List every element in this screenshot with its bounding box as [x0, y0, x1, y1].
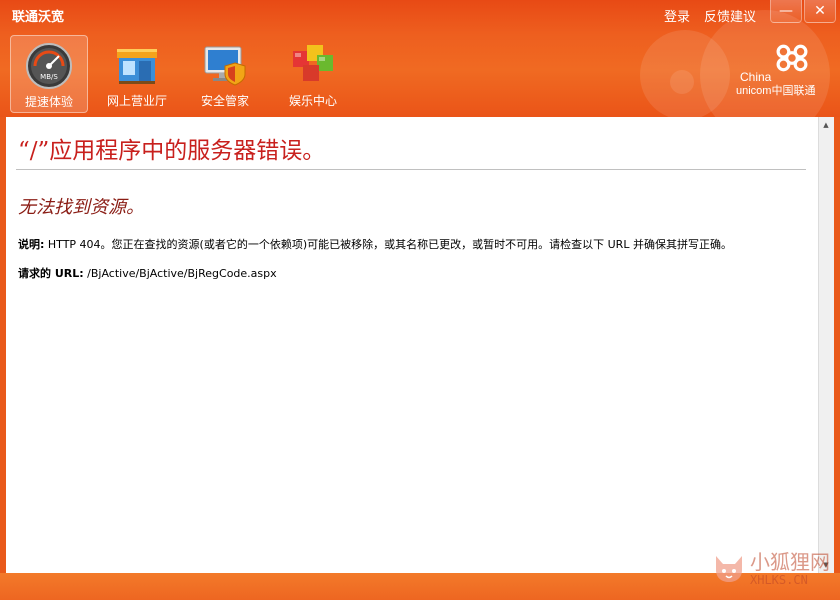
toolbar-item-label: 安全管家: [200, 94, 249, 108]
title-bar: 联通沃宽 登录 反馈建议 — ✕ MB/S 提速体验 网上营业厅 安全管家 娱乐…: [0, 0, 840, 117]
scroll-up-icon[interactable]: ▲: [820, 118, 832, 132]
site-watermark: 小狐狸网 XHLKS.CN: [712, 546, 830, 587]
header-links: 登录 反馈建议: [664, 6, 756, 25]
toolbar-item-label: 娱乐中心: [288, 94, 337, 108]
toolbar-item-online-store[interactable]: 网上营业厅: [98, 35, 176, 113]
description-text: HTTP 404。您正在查找的资源(或者它的一个依赖项)可能已被移除，或其名称已…: [44, 238, 732, 251]
url-value: /BjActive/BjActive/BjRegCode.aspx: [83, 267, 277, 280]
error-title: “/”应用程序中的服务器错误。: [18, 138, 326, 164]
brand-text-unicom: unicom中国联通: [736, 85, 816, 97]
feedback-link[interactable]: 反馈建议: [704, 6, 756, 25]
minimize-button[interactable]: —: [770, 0, 802, 23]
toolbar-item-speed-test[interactable]: MB/S 提速体验: [10, 35, 88, 113]
watermark-en: XHLKS.CN: [750, 573, 808, 587]
watermark-text: 小狐狸网 XHLKS.CN: [750, 546, 830, 587]
decor-bubble: [670, 70, 694, 94]
login-link[interactable]: 登录: [664, 6, 690, 25]
description-label: 说明:: [18, 238, 45, 251]
unicom-knot-icon: [776, 44, 808, 72]
china-unicom-logo: China unicom中国联通: [736, 42, 826, 102]
toolbar-item-label: 提速体验: [24, 95, 73, 109]
error-subtitle: 无法找到资源。: [18, 197, 144, 218]
requested-url: 请求的 URL: /BjActive/BjActive/BjRegCode.as…: [18, 265, 277, 281]
divider: [16, 169, 806, 170]
watermark-cn: 小狐狸网: [750, 550, 830, 574]
window-controls: — ✕: [770, 0, 836, 23]
url-label: 请求的 URL:: [18, 267, 84, 280]
speedometer-unit: MB/S: [40, 73, 58, 81]
shield-monitor-icon: [204, 46, 246, 86]
toolbar-item-security[interactable]: 安全管家: [186, 35, 264, 113]
toolbar-item-label: 网上营业厅: [106, 94, 167, 108]
cubes-icon: [293, 45, 333, 81]
store-icon: [117, 49, 157, 84]
browser-content: “/”应用程序中的服务器错误。 无法找到资源。 说明: HTTP 404。您正在…: [6, 117, 834, 573]
close-button[interactable]: ✕: [804, 0, 836, 23]
speedometer-icon: MB/S: [26, 43, 72, 89]
vertical-scrollbar[interactable]: ▲ ▼: [818, 117, 834, 573]
main-toolbar: MB/S 提速体验 网上营业厅 安全管家 娱乐中心: [10, 35, 352, 113]
window-title: 联通沃宽: [12, 10, 65, 25]
app-window: 联通沃宽 登录 反馈建议 — ✕ MB/S 提速体验 网上营业厅 安全管家 娱乐…: [0, 0, 840, 600]
fox-logo-icon: [716, 555, 742, 582]
error-description: 说明: HTTP 404。您正在查找的资源(或者它的一个依赖项)可能已被移除，或…: [18, 236, 732, 252]
toolbar-item-entertainment[interactable]: 娱乐中心: [274, 35, 352, 113]
